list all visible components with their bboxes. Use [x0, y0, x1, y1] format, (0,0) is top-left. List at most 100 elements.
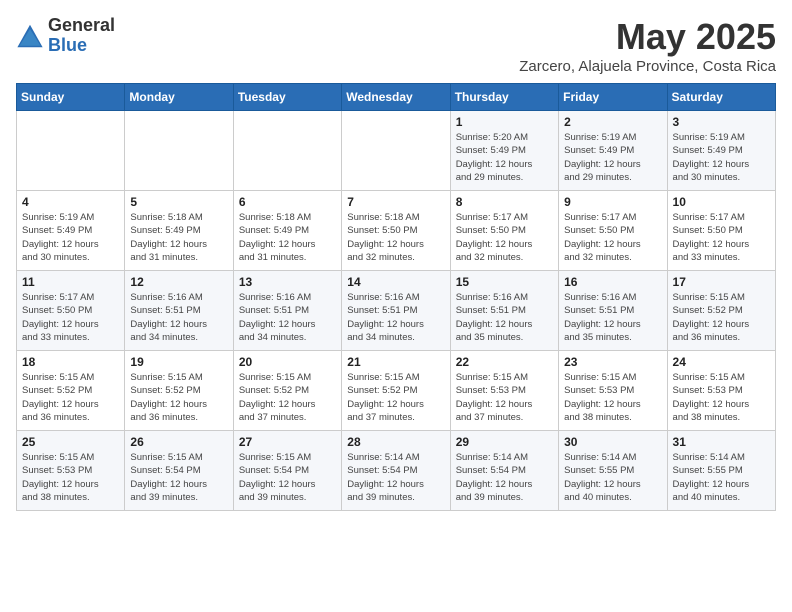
calendar-cell: 22 Sunrise: 5:15 AM Sunset: 5:53 PM Dayli… — [450, 351, 558, 431]
day-number: 26 — [130, 435, 227, 449]
calendar-cell: 15 Sunrise: 5:16 AM Sunset: 5:51 PM Dayli… — [450, 271, 558, 351]
day-number: 12 — [130, 275, 227, 289]
cell-content: Sunrise: 5:15 AM Sunset: 5:52 PM Dayligh… — [347, 371, 444, 424]
cell-content: Sunrise: 5:15 AM Sunset: 5:53 PM Dayligh… — [456, 371, 553, 424]
cell-content: Sunrise: 5:17 AM Sunset: 5:50 PM Dayligh… — [673, 211, 770, 264]
cell-content: Sunrise: 5:14 AM Sunset: 5:54 PM Dayligh… — [347, 451, 444, 504]
cell-content: Sunrise: 5:15 AM Sunset: 5:52 PM Dayligh… — [673, 291, 770, 344]
calendar-cell: 21 Sunrise: 5:15 AM Sunset: 5:52 PM Dayli… — [342, 351, 450, 431]
cell-content: Sunrise: 5:18 AM Sunset: 5:49 PM Dayligh… — [130, 211, 227, 264]
cell-content: Sunrise: 5:16 AM Sunset: 5:51 PM Dayligh… — [130, 291, 227, 344]
calendar-cell: 14 Sunrise: 5:16 AM Sunset: 5:51 PM Dayli… — [342, 271, 450, 351]
header-cell-thursday: Thursday — [450, 84, 558, 111]
week-row-5: 25 Sunrise: 5:15 AM Sunset: 5:53 PM Dayli… — [17, 431, 776, 511]
cell-content: Sunrise: 5:15 AM Sunset: 5:53 PM Dayligh… — [673, 371, 770, 424]
cell-content: Sunrise: 5:19 AM Sunset: 5:49 PM Dayligh… — [22, 211, 119, 264]
calendar-cell: 8 Sunrise: 5:17 AM Sunset: 5:50 PM Daylig… — [450, 191, 558, 271]
calendar-cell: 17 Sunrise: 5:15 AM Sunset: 5:52 PM Dayli… — [667, 271, 775, 351]
cell-content: Sunrise: 5:17 AM Sunset: 5:50 PM Dayligh… — [456, 211, 553, 264]
day-number: 29 — [456, 435, 553, 449]
day-number: 14 — [347, 275, 444, 289]
day-number: 3 — [673, 115, 770, 129]
day-number: 5 — [130, 195, 227, 209]
day-number: 23 — [564, 355, 661, 369]
calendar-cell: 16Sunrise: 5:16 AM Sunset: 5:51 PM Dayli… — [559, 271, 667, 351]
day-number: 28 — [347, 435, 444, 449]
header-cell-friday: Friday — [559, 84, 667, 111]
day-number: 30 — [564, 435, 661, 449]
cell-content: Sunrise: 5:18 AM Sunset: 5:49 PM Dayligh… — [239, 211, 336, 264]
calendar-cell: 6Sunrise: 5:18 AM Sunset: 5:49 PM Daylig… — [233, 191, 341, 271]
cell-content: Sunrise: 5:14 AM Sunset: 5:54 PM Dayligh… — [456, 451, 553, 504]
calendar-cell: 23 Sunrise: 5:15 AM Sunset: 5:53 PM Dayli… — [559, 351, 667, 431]
day-number: 10 — [673, 195, 770, 209]
cell-content: Sunrise: 5:16 AM Sunset: 5:51 PM Dayligh… — [456, 291, 553, 344]
day-number: 1 — [456, 115, 553, 129]
week-row-2: 4 Sunrise: 5:19 AM Sunset: 5:49 PM Daylig… — [17, 191, 776, 271]
cell-content: Sunrise: 5:17 AM Sunset: 5:50 PM Dayligh… — [564, 211, 661, 264]
cell-content: Sunrise: 5:17 AM Sunset: 5:50 PM Dayligh… — [22, 291, 119, 344]
title-block: May 2025 Zarcero, Alajuela Province, Cos… — [519, 16, 776, 75]
calendar-cell: 13 Sunrise: 5:16 AM Sunset: 5:51 PM Dayli… — [233, 271, 341, 351]
day-number: 22 — [456, 355, 553, 369]
header-cell-wednesday: Wednesday — [342, 84, 450, 111]
logo-blue: Blue — [48, 36, 115, 56]
day-number: 16 — [564, 275, 661, 289]
calendar-cell: 26Sunrise: 5:15 AM Sunset: 5:54 PM Dayli… — [125, 431, 233, 511]
cell-content: Sunrise: 5:19 AM Sunset: 5:49 PM Dayligh… — [564, 131, 661, 184]
day-number: 17 — [673, 275, 770, 289]
calendar-cell: 30 Sunrise: 5:14 AM Sunset: 5:55 PM Dayli… — [559, 431, 667, 511]
week-row-4: 18 Sunrise: 5:15 AM Sunset: 5:52 PM Dayli… — [17, 351, 776, 431]
calendar-cell: 2Sunrise: 5:19 AM Sunset: 5:49 PM Daylig… — [559, 111, 667, 191]
logo-general: General — [48, 16, 115, 36]
cell-content: Sunrise: 5:19 AM Sunset: 5:49 PM Dayligh… — [673, 131, 770, 184]
header-cell-sunday: Sunday — [17, 84, 125, 111]
day-number: 15 — [456, 275, 553, 289]
day-number: 21 — [347, 355, 444, 369]
day-number: 18 — [22, 355, 119, 369]
cell-content: Sunrise: 5:16 AM Sunset: 5:51 PM Dayligh… — [239, 291, 336, 344]
cell-content: Sunrise: 5:14 AM Sunset: 5:55 PM Dayligh… — [673, 451, 770, 504]
page-header: General Blue May 2025 Zarcero, Alajuela … — [16, 16, 776, 75]
day-number: 7 — [347, 195, 444, 209]
day-number: 19 — [130, 355, 227, 369]
cell-content: Sunrise: 5:15 AM Sunset: 5:52 PM Dayligh… — [239, 371, 336, 424]
calendar-body: 1 Sunrise: 5:20 AM Sunset: 5:49 PM Daylig… — [17, 111, 776, 511]
cell-content: Sunrise: 5:14 AM Sunset: 5:55 PM Dayligh… — [564, 451, 661, 504]
week-row-3: 11 Sunrise: 5:17 AM Sunset: 5:50 PM Dayli… — [17, 271, 776, 351]
calendar-cell: 4 Sunrise: 5:19 AM Sunset: 5:49 PM Daylig… — [17, 191, 125, 271]
day-number: 13 — [239, 275, 336, 289]
calendar-table: SundayMondayTuesdayWednesdayThursdayFrid… — [16, 83, 776, 511]
day-number: 24 — [673, 355, 770, 369]
cell-content: Sunrise: 5:18 AM Sunset: 5:50 PM Dayligh… — [347, 211, 444, 264]
cell-content: Sunrise: 5:15 AM Sunset: 5:52 PM Dayligh… — [22, 371, 119, 424]
calendar-cell: 10 Sunrise: 5:17 AM Sunset: 5:50 PM Dayli… — [667, 191, 775, 271]
day-number: 20 — [239, 355, 336, 369]
cell-content: Sunrise: 5:15 AM Sunset: 5:53 PM Dayligh… — [564, 371, 661, 424]
day-number: 4 — [22, 195, 119, 209]
cell-content: Sunrise: 5:15 AM Sunset: 5:53 PM Dayligh… — [22, 451, 119, 504]
day-number: 25 — [22, 435, 119, 449]
header-cell-tuesday: Tuesday — [233, 84, 341, 111]
calendar-cell: 28 Sunrise: 5:14 AM Sunset: 5:54 PM Dayli… — [342, 431, 450, 511]
calendar-cell: 31Sunrise: 5:14 AM Sunset: 5:55 PM Dayli… — [667, 431, 775, 511]
calendar-cell: 20 Sunrise: 5:15 AM Sunset: 5:52 PM Dayli… — [233, 351, 341, 431]
calendar-cell: 27Sunrise: 5:15 AM Sunset: 5:54 PM Dayli… — [233, 431, 341, 511]
month-title: May 2025 — [519, 16, 776, 58]
calendar-cell: 5 Sunrise: 5:18 AM Sunset: 5:49 PM Daylig… — [125, 191, 233, 271]
cell-content: Sunrise: 5:16 AM Sunset: 5:51 PM Dayligh… — [347, 291, 444, 344]
cell-content: Sunrise: 5:20 AM Sunset: 5:49 PM Dayligh… — [456, 131, 553, 184]
calendar-cell: 25 Sunrise: 5:15 AM Sunset: 5:53 PM Dayli… — [17, 431, 125, 511]
calendar-header: SundayMondayTuesdayWednesdayThursdayFrid… — [17, 84, 776, 111]
day-number: 8 — [456, 195, 553, 209]
calendar-cell — [342, 111, 450, 191]
header-cell-saturday: Saturday — [667, 84, 775, 111]
calendar-cell: 24 Sunrise: 5:15 AM Sunset: 5:53 PM Dayli… — [667, 351, 775, 431]
calendar-cell: 29 Sunrise: 5:14 AM Sunset: 5:54 PM Dayli… — [450, 431, 558, 511]
calendar-cell — [125, 111, 233, 191]
header-cell-monday: Monday — [125, 84, 233, 111]
logo-text: General Blue — [48, 16, 115, 56]
week-row-1: 1 Sunrise: 5:20 AM Sunset: 5:49 PM Daylig… — [17, 111, 776, 191]
day-number: 11 — [22, 275, 119, 289]
calendar-cell: 1 Sunrise: 5:20 AM Sunset: 5:49 PM Daylig… — [450, 111, 558, 191]
